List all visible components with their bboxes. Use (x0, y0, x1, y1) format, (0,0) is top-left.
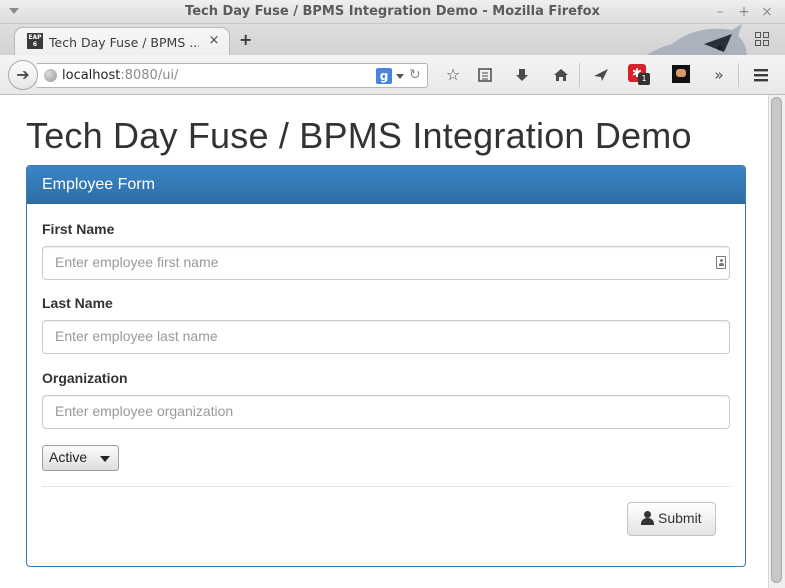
minimize-button[interactable]: – (713, 3, 727, 21)
url-host: localhost (62, 68, 121, 83)
url-text[interactable]: localhost:8080/ui/ (62, 68, 178, 83)
close-window-button[interactable]: × (760, 3, 774, 21)
submit-label: Submit (658, 510, 702, 526)
first-name-placeholder: Enter employee first name (55, 254, 219, 270)
eap-favicon-icon: EAP 6 (27, 33, 43, 49)
organization-placeholder: Enter employee organization (55, 403, 234, 419)
page-title: Tech Day Fuse / BPMS Integration Demo (26, 115, 692, 156)
bookmark-star-icon[interactable]: ☆ (442, 64, 464, 86)
hamburger-menu-icon[interactable] (750, 64, 772, 86)
overflow-chevron-icon[interactable]: » (708, 64, 730, 86)
reader-list-icon[interactable] (474, 64, 496, 86)
new-tab-button[interactable]: + (239, 30, 252, 49)
chevron-down-icon (100, 456, 110, 462)
globe-icon (44, 69, 57, 82)
url-path: :8080/ui/ (120, 68, 179, 83)
back-button[interactable]: ➔ (8, 60, 38, 90)
last-name-input[interactable]: Enter employee last name (42, 320, 730, 354)
tab-label: Tech Day Fuse / BPMS ... (49, 35, 199, 50)
extension-badge: 1 (638, 73, 650, 85)
search-engine-icon[interactable]: g (376, 68, 392, 84)
organization-input[interactable]: Enter employee organization (42, 395, 730, 429)
toolbar-separator (579, 63, 580, 87)
page-viewport: Tech Day Fuse / BPMS Integration Demo Em… (0, 95, 768, 588)
first-name-input[interactable]: Enter employee first name (42, 246, 730, 280)
employee-form-panel: Employee Form First Name Enter employee … (26, 165, 746, 567)
last-name-placeholder: Enter employee last name (55, 328, 218, 344)
status-select-value: Active (49, 449, 88, 465)
pocket-share-icon[interactable] (590, 64, 612, 86)
panel-heading: Employee Form (27, 166, 745, 204)
extension-icon[interactable]: ✱ 1 (628, 64, 650, 85)
vertical-scrollbar[interactable] (768, 95, 785, 588)
organization-label: Organization (42, 370, 128, 386)
window-titlebar: Tech Day Fuse / BPMS Integration Demo - … (0, 0, 785, 24)
submit-button[interactable]: Submit (627, 502, 716, 536)
tab-close-button[interactable]: × (207, 33, 221, 48)
autofill-contact-icon[interactable] (716, 256, 726, 269)
scrollbar-thumb[interactable] (771, 97, 782, 583)
home-icon[interactable] (550, 64, 572, 86)
first-name-label: First Name (42, 221, 115, 237)
user-icon (641, 511, 654, 525)
toolbar-separator (738, 63, 739, 87)
reload-icon[interactable]: ↻ (409, 67, 421, 83)
maximize-button[interactable]: + (737, 3, 751, 21)
status-select[interactable]: Active (42, 445, 119, 471)
form-divider (42, 486, 731, 487)
navigation-toolbar: localhost:8080/ui/ g ↻ ➔ ☆ ✱ 1 » (0, 55, 785, 95)
tab-active[interactable]: EAP 6 Tech Day Fuse / BPMS ... × (14, 27, 230, 56)
tab-groups-icon[interactable] (755, 32, 769, 46)
last-name-label: Last Name (42, 295, 113, 311)
extension-mask-icon[interactable] (672, 65, 690, 83)
search-engine-dropdown-icon[interactable] (396, 74, 404, 79)
downloads-icon[interactable] (511, 64, 533, 86)
tab-strip: EAP 6 Tech Day Fuse / BPMS ... × + (0, 24, 785, 56)
window-title: Tech Day Fuse / BPMS Integration Demo - … (185, 4, 600, 19)
back-icon: ➔ (16, 65, 30, 84)
url-bar[interactable]: localhost:8080/ui/ g ↻ (37, 63, 428, 88)
